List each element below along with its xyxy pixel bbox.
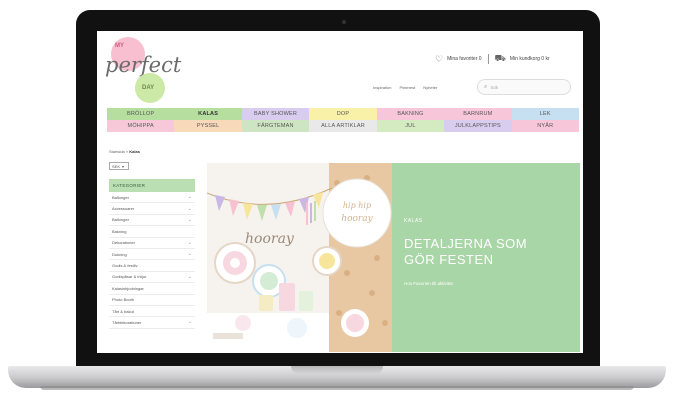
sidebar-item[interactable]: Dekorationer ⌄ bbox=[109, 238, 195, 249]
category-link[interactable]: ALLA ARTIKLAR bbox=[309, 120, 377, 132]
currency-select[interactable]: SEK ▾ bbox=[109, 162, 129, 170]
category-link[interactable]: FÄRGTEMAN bbox=[241, 120, 310, 132]
sidebar-item[interactable]: Tårt & bakut bbox=[109, 306, 195, 318]
category-link[interactable]: PYSSEL bbox=[174, 120, 242, 132]
nav-link-news[interactable]: Nyheter bbox=[423, 85, 437, 90]
sidebar-item[interactable]: Godispåsar & tröjor ⌄ bbox=[109, 272, 195, 284]
sidebar-item-label: Ballonger bbox=[112, 194, 129, 200]
sidebar-item[interactable]: Kalasinbjudningar bbox=[109, 283, 195, 295]
chevron-down-icon[interactable]: ⌄ bbox=[188, 194, 192, 200]
breadcrumb-current: Kalas bbox=[129, 149, 140, 154]
header-divider bbox=[487, 54, 489, 64]
chevron-down-icon: ▾ bbox=[122, 163, 125, 169]
sidebar-heading: KATEGORIER bbox=[109, 179, 195, 192]
hero-label: KALAS bbox=[404, 218, 423, 224]
hero-title-line2: GÖR FESTEN bbox=[404, 252, 494, 267]
logo-day-text: DAY bbox=[142, 85, 155, 91]
category-link[interactable]: LEK bbox=[511, 108, 579, 120]
sidebar-item[interactable]: Accessoarer ⌄ bbox=[109, 203, 195, 215]
hero-banner[interactable]: hooray hip hip hooray KALAS DETALJERNA S… bbox=[207, 163, 580, 352]
logo-my-text: MY bbox=[115, 43, 124, 49]
paper-fan-left bbox=[214, 242, 256, 284]
sidebar-list: Ballonger ⌄ Accessoarer ⌄ Ballonger ⌄ Bakning D… bbox=[109, 192, 195, 329]
category-link[interactable]: BABY SHOWER bbox=[241, 108, 310, 120]
hero-text-panel: KALAS DETALJERNA SOM GÖR FESTEN Hos Favo… bbox=[392, 163, 580, 352]
laptop-notch bbox=[291, 366, 383, 374]
sidebar-item-label: Kalasinbjudningar bbox=[112, 285, 144, 291]
sidebar-item-label: Accessoarer bbox=[112, 206, 135, 212]
sidebar-item[interactable]: Bakning bbox=[109, 226, 195, 238]
category-link[interactable]: BRÖLLOP bbox=[107, 108, 175, 120]
hero-subtitle-link[interactable]: Hos Favorien till aktivitet bbox=[404, 281, 453, 286]
sidebar-item[interactable]: Ballonger ⌄ bbox=[109, 192, 195, 204]
sidebar-item-label: Godis & festliv bbox=[112, 263, 138, 269]
currency-select-value: SEK bbox=[112, 163, 121, 169]
header-links: ♡ Mina favoriter 0 ⛟ Min kundkorg 0 kr bbox=[435, 53, 550, 65]
balloon-text-line2: hooray bbox=[341, 214, 373, 224]
sidebar-item[interactable]: Tårtdekorationer ⌄ bbox=[109, 317, 195, 329]
sidebar-item-label: Ballonger bbox=[112, 217, 129, 223]
sidebar-item-label: Godispåsar & tröjor bbox=[112, 274, 147, 280]
breadcrumb: Startsida » Kalas bbox=[109, 149, 140, 154]
chevron-down-icon[interactable]: ⌄ bbox=[188, 217, 192, 223]
sidebar-item-label: Tårt & bakut bbox=[112, 308, 134, 314]
sidebar-item-label: Bakning bbox=[112, 228, 127, 234]
sidebar-item-label: Photo Booth bbox=[112, 297, 135, 303]
category-link[interactable]: NYÅR bbox=[511, 120, 579, 132]
secondary-nav: Inspiration Pinterest Nyheter bbox=[373, 85, 437, 90]
sidebar-item[interactable]: Dukning ⌄ bbox=[109, 249, 195, 261]
heart-icon[interactable]: ♡ bbox=[435, 54, 443, 65]
search-input[interactable]: ⌕ Sök bbox=[477, 79, 571, 95]
laptop-foot bbox=[40, 386, 634, 390]
basket-icon[interactable]: ⛟ bbox=[495, 53, 506, 65]
category-link[interactable]: JUL bbox=[376, 120, 445, 132]
sidebar-item[interactable]: Photo Booth bbox=[109, 295, 195, 306]
chevron-down-icon[interactable]: ⌄ bbox=[188, 274, 192, 280]
hooray-banner-text: hooray bbox=[245, 231, 295, 247]
chevron-down-icon[interactable]: ⌄ bbox=[188, 240, 192, 246]
category-link[interactable]: BAKNING bbox=[376, 108, 445, 120]
sidebar-item-label: Tårtdekorationer bbox=[112, 319, 142, 325]
sidebar-item[interactable]: Ballonger ⌄ bbox=[109, 215, 195, 227]
nav-link-pinterest[interactable]: Pinterest bbox=[399, 85, 415, 90]
chevron-down-icon[interactable]: ⌄ bbox=[188, 206, 192, 212]
breadcrumb-home[interactable]: Startsida bbox=[109, 149, 125, 154]
category-nav: BRÖLLOP KALAS BABY SHOWER DOP BAKNING BARNRUM… bbox=[107, 108, 579, 132]
chevron-down-icon[interactable]: ⌄ bbox=[188, 319, 192, 325]
search-icon: ⌕ bbox=[484, 83, 488, 90]
webcam bbox=[342, 20, 346, 24]
sidebar-item-label: Dukning bbox=[112, 251, 127, 257]
chevron-down-icon[interactable]: ⌄ bbox=[188, 251, 192, 257]
category-link[interactable]: MÖHIPPA bbox=[107, 120, 175, 132]
category-sidebar: KATEGORIER Ballonger ⌄ Accessoarer ⌄ Ballong… bbox=[109, 179, 195, 329]
hero-image: hooray hip hip hooray bbox=[207, 163, 392, 352]
category-link[interactable]: DOP bbox=[309, 108, 377, 120]
cart-link[interactable]: Min kundkorg 0 kr bbox=[510, 56, 550, 62]
balloon-text-line1: hip hip bbox=[343, 201, 371, 210]
laptop-screen: MY perfect DAY ♡ Mina favoriter 0 ⛟ Min … bbox=[97, 31, 583, 353]
party-decoration-illustration: hooray hip hip hooray bbox=[207, 163, 392, 352]
category-link[interactable]: JULKLAPPSTIPS bbox=[444, 120, 512, 132]
sidebar-item-label: Dekorationer bbox=[112, 240, 135, 246]
favorites-link[interactable]: Mina favoriter 0 bbox=[447, 56, 481, 62]
search-placeholder: Sök bbox=[490, 84, 499, 90]
category-link[interactable]: KALAS bbox=[174, 108, 242, 120]
category-link[interactable]: BARNRUM bbox=[444, 108, 512, 120]
nav-link-inspiration[interactable]: Inspiration bbox=[373, 85, 391, 90]
sidebar-item[interactable]: Godis & festliv bbox=[109, 260, 195, 272]
hero-title: DETALJERNA SOM GÖR FESTEN bbox=[404, 236, 527, 268]
hero-title-line1: DETALJERNA SOM bbox=[404, 236, 528, 251]
